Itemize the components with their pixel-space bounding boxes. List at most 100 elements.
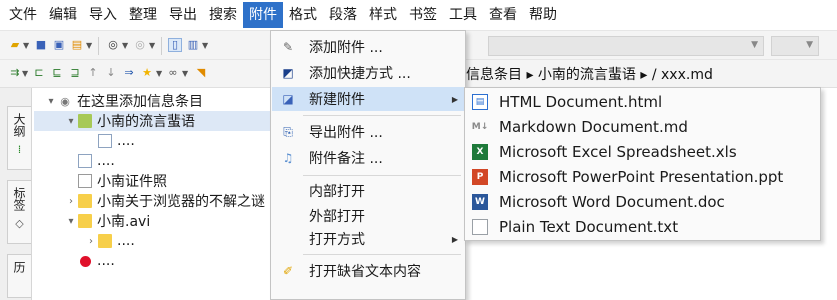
menu-item-label: 附件备注 ... bbox=[309, 151, 383, 167]
eye-icon: ◉ bbox=[60, 94, 70, 108]
chevron-down-icon[interactable]: ▼ bbox=[156, 69, 162, 78]
save-icon[interactable]: ■ bbox=[34, 38, 48, 52]
menu-divider bbox=[303, 254, 461, 255]
red-bug-icon bbox=[78, 254, 92, 268]
tree-item-doc-2[interactable]: .... bbox=[64, 151, 274, 171]
chevron-right-icon[interactable]: › bbox=[84, 236, 98, 247]
tree-item-bug[interactable]: .... bbox=[64, 251, 274, 271]
move-down-icon[interactable]: ↓ bbox=[104, 66, 118, 80]
menu-organize[interactable]: 整理 bbox=[123, 2, 163, 28]
chevron-down-icon[interactable]: ▾ bbox=[44, 96, 58, 107]
chevron-down-icon[interactable]: ▾ bbox=[64, 216, 78, 227]
tag-icon[interactable]: ◥ bbox=[194, 66, 208, 80]
chevron-down-icon[interactable]: ▼ bbox=[86, 41, 92, 50]
submenu-item-text[interactable]: Plain Text Document.txt bbox=[466, 214, 819, 239]
submenu-item-label: HTML Document.html bbox=[499, 92, 663, 111]
chevron-down-icon[interactable]: ▼ bbox=[149, 41, 155, 50]
save-all-icon[interactable]: ▣ bbox=[52, 38, 66, 52]
menu-item-add-shortcut[interactable]: ◩ 添加快捷方式 ... bbox=[272, 61, 464, 85]
menu-item-open-internal[interactable]: 内部打开 bbox=[272, 179, 464, 203]
menu-item-label: 打开缺省文本内容 bbox=[309, 264, 421, 280]
submenu-item-html[interactable]: ▤ HTML Document.html bbox=[466, 89, 819, 114]
menu-divider bbox=[303, 175, 461, 176]
menu-item-label: 外部打开 bbox=[309, 209, 365, 225]
new-icon[interactable]: ▰ bbox=[8, 38, 22, 52]
markdown-icon: M↓ bbox=[471, 121, 489, 132]
tab-tags[interactable]: 标签 ◇ bbox=[7, 180, 31, 244]
chevron-down-icon: ▼ bbox=[806, 40, 813, 50]
chevron-down-icon[interactable]: ▼ bbox=[202, 41, 208, 50]
size-combo[interactable]: ▼ bbox=[771, 36, 819, 56]
chevron-down-icon[interactable]: ▼ bbox=[23, 41, 29, 50]
excel-icon: X bbox=[472, 143, 488, 160]
chevron-down-icon[interactable]: ▼ bbox=[22, 69, 28, 78]
forward-icon[interactable]: ◎ bbox=[133, 38, 147, 52]
back-icon[interactable]: ◎ bbox=[106, 38, 120, 52]
tree-item-browser-mystery[interactable]: › 小南关于浏览器的不解之谜 bbox=[64, 191, 274, 211]
submenu-item-label: Markdown Document.md bbox=[499, 117, 688, 136]
save-as-icon[interactable]: ▤ bbox=[70, 38, 84, 52]
menu-item-open-default-text[interactable]: ✐ 打开缺省文本内容 bbox=[272, 259, 464, 283]
go-icon[interactable]: ⇒ bbox=[122, 66, 136, 80]
folder-green-icon bbox=[78, 114, 92, 128]
menu-item-label: 添加附件 ... bbox=[309, 40, 383, 56]
chevron-down-icon[interactable]: ▼ bbox=[182, 69, 188, 78]
add-child-icon[interactable]: ⊏ bbox=[32, 66, 46, 80]
breadcrumb[interactable]: 信息条目 ▸ 小南的流言蜚语 ▸ / xxx.md bbox=[466, 64, 796, 84]
toolbar-divider bbox=[98, 37, 99, 55]
submenu-arrow-icon: ▶ bbox=[451, 94, 458, 104]
tab-tags-label: 标签 bbox=[12, 187, 26, 211]
menu-view[interactable]: 查看 bbox=[483, 2, 523, 28]
tab-history[interactable]: 历 bbox=[7, 254, 31, 298]
new-attachment-submenu: ▤ HTML Document.html M↓ Markdown Documen… bbox=[464, 87, 821, 241]
chevron-down-icon: ▼ bbox=[751, 40, 758, 50]
style-combo[interactable]: ▼ bbox=[488, 36, 764, 56]
menu-item-new-attachment[interactable]: ◪ 新建附件 ▶ bbox=[272, 87, 464, 111]
add-sibling-icon[interactable]: ⇉ bbox=[8, 66, 22, 80]
menu-edit[interactable]: 编辑 bbox=[43, 2, 83, 28]
submenu-item-word[interactable]: W Microsoft Word Document.doc bbox=[466, 189, 819, 214]
menu-file[interactable]: 文件 bbox=[3, 2, 43, 28]
tree-item-avi-child[interactable]: › .... bbox=[84, 231, 274, 251]
move-up-icon[interactable]: ↑ bbox=[86, 66, 100, 80]
chevron-down-icon[interactable]: ▼ bbox=[122, 41, 128, 50]
menu-item-attachment-note[interactable]: ♫ 附件备注 ... bbox=[272, 146, 464, 170]
menu-format[interactable]: 格式 bbox=[283, 2, 323, 28]
tab-outline[interactable]: 大纲 ⁞ bbox=[7, 106, 31, 170]
menu-help[interactable]: 帮助 bbox=[523, 2, 563, 28]
outdent-icon[interactable]: ⊒ bbox=[68, 66, 82, 80]
menu-item-open-external[interactable]: 外部打开 bbox=[272, 204, 464, 228]
tree-item-label: 小南证件照 bbox=[97, 174, 167, 190]
menu-tools[interactable]: 工具 bbox=[443, 2, 483, 28]
tree-item-label: .... bbox=[117, 133, 135, 149]
chevron-right-icon[interactable]: › bbox=[64, 196, 78, 207]
tree-item-doc-1[interactable]: .... bbox=[84, 131, 274, 151]
submenu-item-powerpoint[interactable]: P Microsoft PowerPoint Presentation.ppt bbox=[466, 164, 819, 189]
link-icon[interactable]: ∞ bbox=[166, 66, 180, 80]
star-icon[interactable]: ★ bbox=[140, 66, 154, 80]
tree-item-avi[interactable]: ▾ 小南.avi bbox=[64, 211, 274, 231]
submenu-item-label: Plain Text Document.txt bbox=[499, 217, 679, 236]
menu-search[interactable]: 搜索 bbox=[203, 2, 243, 28]
menu-attachment[interactable]: 附件 bbox=[243, 2, 283, 28]
indent-icon[interactable]: ⊑ bbox=[50, 66, 64, 80]
tree-item-label: 小南.avi bbox=[97, 214, 151, 230]
layout-split-icon[interactable]: ▥ bbox=[186, 38, 200, 52]
layout-single-icon[interactable]: ▯ bbox=[168, 38, 182, 52]
menu-export[interactable]: 导出 bbox=[163, 2, 203, 28]
menu-bookmark[interactable]: 书签 bbox=[403, 2, 443, 28]
menu-item-open-with[interactable]: 打开方式 ▶ bbox=[272, 227, 464, 251]
menu-item-label: 添加快捷方式 ... bbox=[309, 66, 411, 82]
submenu-item-label: Microsoft PowerPoint Presentation.ppt bbox=[499, 167, 784, 186]
submenu-item-markdown[interactable]: M↓ Markdown Document.md bbox=[466, 114, 819, 139]
chevron-down-icon[interactable]: ▾ bbox=[64, 116, 78, 127]
menu-style[interactable]: 样式 bbox=[363, 2, 403, 28]
tree-item-id-photo[interactable]: 小南证件照 bbox=[64, 171, 274, 191]
menu-item-export-attachment[interactable]: ⎘ 导出附件 ... bbox=[272, 120, 464, 144]
submenu-item-excel[interactable]: X Microsoft Excel Spreadsheet.xls bbox=[466, 139, 819, 164]
tree-item-root[interactable]: ▾ ◉ 在这里添加信息条目 bbox=[44, 91, 274, 111]
menu-paragraph[interactable]: 段落 bbox=[323, 2, 363, 28]
menu-import[interactable]: 导入 bbox=[83, 2, 123, 28]
tree-item-rumors[interactable]: ▾ 小南的流言蜚语 bbox=[34, 111, 274, 131]
menu-item-add-attachment[interactable]: ✎ 添加附件 ... bbox=[272, 35, 464, 59]
